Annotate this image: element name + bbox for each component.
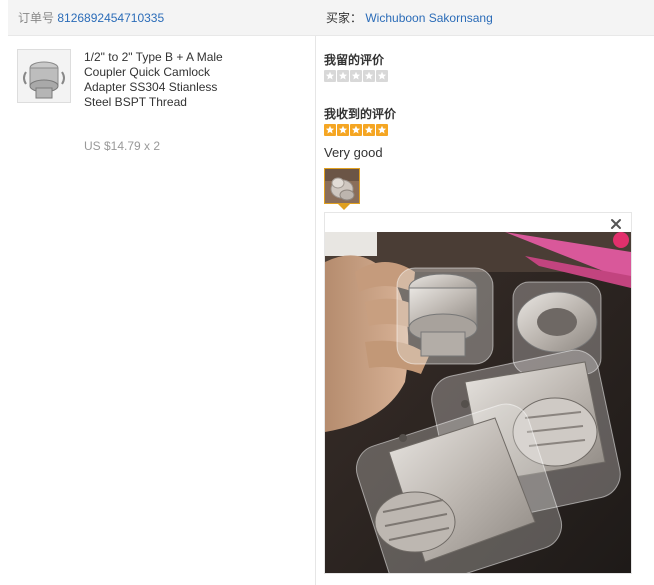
order-header: 订单号 8126892454710335 买家： Wichuboon Sakor… [8,0,654,36]
product-thumbnail[interactable] [17,49,71,103]
review-photo-thumbnail[interactable] [324,168,360,204]
received-review-label: 我收到的评价 [324,107,397,121]
star-icon [324,124,336,136]
my-review-stars [324,70,389,84]
review-photo-thumb-image [325,169,359,203]
review-photo-image [325,232,631,573]
product-title[interactable]: 1/2" to 2" Type B + A Male Coupler Quick… [84,50,234,110]
order-number-link[interactable]: 8126892454710335 [57,11,164,25]
star-icon [350,124,362,136]
received-review-stars [324,124,389,138]
buyer-name-link[interactable]: Wichuboon Sakornsang [365,11,492,25]
star-icon [363,70,375,82]
my-review-label: 我留的评价 [324,53,385,67]
star-icon [337,124,349,136]
review-photo-viewer [324,212,632,574]
review-text: Very good [324,145,383,160]
star-icon [363,124,375,136]
buyer-group: 买家： Wichuboon Sakornsang [326,9,493,26]
star-icon [350,70,362,82]
review-photo-large[interactable] [325,232,631,573]
star-icon [337,70,349,82]
order-number-label: 订单号 [18,11,55,25]
star-icon [376,70,388,82]
star-icon [376,124,388,136]
product-image [18,50,70,102]
product-price: US $14.79 x 2 [84,139,161,153]
thumbnail-pointer [338,204,350,210]
buyer-label: 买家： [326,11,363,25]
order-number-group: 订单号 8126892454710335 [18,9,164,26]
star-icon [324,70,336,82]
close-icon[interactable] [609,217,623,231]
column-divider [315,36,316,585]
